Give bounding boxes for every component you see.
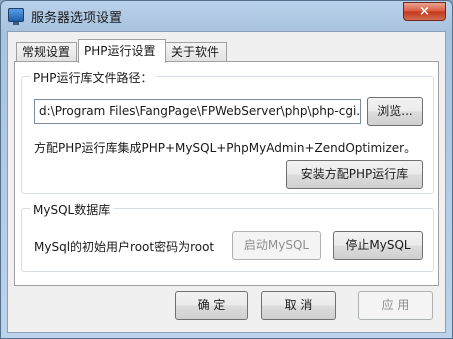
tab-general[interactable]: 常规设置 xyxy=(16,42,77,62)
php-path-input[interactable]: d:\Program Files\FangPage\FPWebServer\ph… xyxy=(34,99,361,124)
tab-php[interactable]: PHP运行设置 xyxy=(78,39,166,63)
apply-button[interactable]: 应 用 xyxy=(358,291,433,320)
tab-about[interactable]: 关于软件 xyxy=(165,42,227,62)
monitor-icon xyxy=(8,8,24,25)
browse-button[interactable]: 浏览... xyxy=(367,97,423,126)
window-title: 服务器选项设置 xyxy=(31,11,123,26)
stop-mysql-button[interactable]: 停止MySQL xyxy=(333,231,423,260)
php-description: 方配PHP运行库集成PHP+MySQL+PhpMyAdmin+ZendOptim… xyxy=(34,141,417,155)
mysql-legend: MySQL数据库 xyxy=(30,201,114,218)
install-php-button[interactable]: 安装方配PHP运行库 xyxy=(286,160,423,189)
options-dialog: 服务器选项设置 × 常规设置 PHP运行设置 关于软件 PHP运行库文件路径： … xyxy=(0,0,453,339)
mysql-description: MySql的初始用户root密码为root xyxy=(34,240,215,254)
dialog-body: 常规设置 PHP运行设置 关于软件 PHP运行库文件路径： d:\Program… xyxy=(7,31,446,333)
php-path-legend: PHP运行库文件路径： xyxy=(30,69,156,86)
close-button[interactable]: × xyxy=(403,2,446,21)
php-settings-panel: PHP运行库文件路径： d:\Program Files\FangPage\FP… xyxy=(14,61,439,286)
cancel-button[interactable]: 取 消 xyxy=(261,291,336,320)
ok-button[interactable]: 确 定 xyxy=(175,291,248,320)
start-mysql-button[interactable]: 启动MySQL xyxy=(232,231,321,260)
title-bar[interactable]: 服务器选项设置 × xyxy=(1,1,452,31)
